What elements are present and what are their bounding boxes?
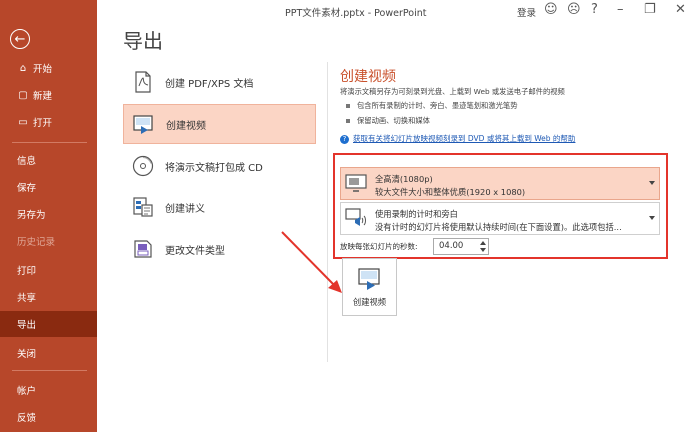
seconds-label: 放映每张幻灯片的秒数: xyxy=(340,242,418,251)
restore-icon[interactable]: ❐ xyxy=(644,2,656,17)
timing-subtitle: 没有计时的幻灯片将使用默认持续时间(在下面设置)。此选项包括... xyxy=(375,222,622,232)
nav-close[interactable]: 关闭 xyxy=(0,340,97,366)
handout-icon xyxy=(131,195,155,219)
page-title: 导出 xyxy=(123,29,163,53)
chevron-down-icon xyxy=(649,216,655,220)
stepper-up-icon[interactable] xyxy=(480,241,486,245)
column-divider xyxy=(327,62,328,362)
nav-save[interactable]: 保存 xyxy=(0,174,97,200)
nav-info-label: 信息 xyxy=(17,156,37,167)
option-create-pdf-label: 创建 PDF/XPS 文档 xyxy=(165,78,254,90)
seconds-value[interactable]: 04.00 xyxy=(439,241,463,251)
nav-share-label: 共享 xyxy=(17,293,37,304)
nav-history: 历史记录 xyxy=(0,228,97,254)
quality-subtitle: 较大文件大小和整体优质(1920 x 1080) xyxy=(375,187,526,197)
option-create-video[interactable]: 创建视频 xyxy=(123,104,316,144)
nav-divider xyxy=(12,142,87,143)
help-link[interactable]: ? 获取有关将幻灯片放映视频刻录到 DVD 或将其上载到 Web 的帮助 xyxy=(340,133,575,144)
nav-print[interactable]: 打印 xyxy=(0,257,97,283)
document-title: PPT文件素材.pptx - PowerPoint xyxy=(285,8,427,19)
section-description: 将演示文稿另存为可刻录到光盘、上载到 Web 或发送电子邮件的视频 xyxy=(340,87,565,96)
option-change-file-type-label: 更改文件类型 xyxy=(165,245,225,257)
back-arrow-icon[interactable]: ← xyxy=(10,29,30,49)
minimize-icon[interactable]: – xyxy=(617,2,624,17)
nav-account-label: 帐户 xyxy=(17,386,37,397)
nav-export-label: 导出 xyxy=(17,320,37,331)
nav-share[interactable]: 共享 xyxy=(0,284,97,310)
nav-home[interactable]: ⌂ 开始 xyxy=(0,55,97,81)
video-icon xyxy=(358,267,382,291)
option-create-handouts-label: 创建讲义 xyxy=(165,203,205,215)
monitor-icon xyxy=(345,173,367,193)
bullet-text: 保留动画、切换和媒体 xyxy=(357,116,430,125)
question-icon: ? xyxy=(340,135,349,144)
folder-icon: ▭ xyxy=(18,116,28,128)
nav-new-label: 新建 xyxy=(33,91,53,102)
timing-dropdown[interactable]: 使用录制的计时和旁白 没有计时的幻灯片将使用默认持续时间(在下面设置)。此选项包… xyxy=(340,202,660,235)
nav-new[interactable]: ▢ 新建 xyxy=(0,82,97,108)
nav-export[interactable]: 导出 xyxy=(0,311,97,337)
help-link-text: 获取有关将幻灯片放映视频刻录到 DVD 或将其上载到 Web 的帮助 xyxy=(353,134,576,143)
section-title: 创建视频 xyxy=(340,69,396,85)
cd-icon xyxy=(131,154,155,178)
nav-open-label: 打开 xyxy=(33,118,53,129)
quality-title: 全高清(1080p) xyxy=(375,174,433,184)
bullet-text: 包含所有录制的计时、旁白、墨迹笔划和激光笔势 xyxy=(357,101,518,110)
help-icon[interactable]: ? xyxy=(591,2,598,17)
home-icon: ⌂ xyxy=(19,62,27,74)
title-bar: PPT文件素材.pptx - PowerPoint 登录 ☺ ☹ ? – ❐ ✕ xyxy=(97,0,700,22)
bullet-item: 包含所有录制的计时、旁白、墨迹笔划和激光笔势 xyxy=(346,101,518,111)
option-create-video-label: 创建视频 xyxy=(166,120,206,132)
change-file-type-icon xyxy=(131,237,155,261)
video-icon xyxy=(132,112,156,136)
nav-feedback[interactable]: 反馈 xyxy=(0,404,97,430)
nav-info[interactable]: 信息 xyxy=(0,147,97,173)
seconds-stepper[interactable]: 04.00 xyxy=(433,238,489,255)
stepper-down-icon[interactable] xyxy=(480,248,486,252)
nav-open[interactable]: ▭ 打开 xyxy=(0,109,97,135)
pdf-doc-icon xyxy=(131,70,155,94)
option-create-pdf[interactable]: 创建 PDF/XPS 文档 xyxy=(123,62,316,102)
smiley-icon[interactable]: ☺ xyxy=(544,2,558,17)
nav-save-label: 保存 xyxy=(17,183,37,194)
create-video-button-label: 创建视频 xyxy=(352,297,387,307)
nav-home-label: 开始 xyxy=(33,64,53,75)
nav-print-label: 打印 xyxy=(17,266,37,277)
quality-dropdown[interactable]: 全高清(1080p) 较大文件大小和整体优质(1920 x 1080) xyxy=(340,167,660,200)
option-create-handouts[interactable]: 创建讲义 xyxy=(123,187,316,227)
login-link[interactable]: 登录 xyxy=(517,5,536,19)
nav-account[interactable]: 帐户 xyxy=(0,377,97,403)
backstage-sidebar: ← ⌂ 开始 ▢ 新建 ▭ 打开 信息 保存 另存为 历史记录 打印 共享 导出… xyxy=(0,0,97,432)
narration-icon xyxy=(345,208,367,228)
frown-icon[interactable]: ☹ xyxy=(567,2,581,17)
option-change-file-type[interactable]: 更改文件类型 xyxy=(123,229,316,269)
bullet-item: 保留动画、切换和媒体 xyxy=(346,116,430,126)
create-video-button[interactable]: 创建视频 xyxy=(342,258,397,316)
new-file-icon: ▢ xyxy=(18,89,28,101)
nav-close-label: 关闭 xyxy=(17,349,37,360)
nav-save-as-label: 另存为 xyxy=(17,210,46,221)
nav-history-label: 历史记录 xyxy=(17,237,56,248)
option-package-cd[interactable]: 将演示文稿打包成 CD xyxy=(123,146,316,186)
nav-divider xyxy=(12,370,87,371)
close-icon[interactable]: ✕ xyxy=(675,2,686,17)
chevron-down-icon xyxy=(649,181,655,185)
timing-title: 使用录制的计时和旁白 xyxy=(375,209,458,219)
nav-save-as[interactable]: 另存为 xyxy=(0,201,97,227)
nav-feedback-label: 反馈 xyxy=(17,413,37,424)
option-package-cd-label: 将演示文稿打包成 CD xyxy=(165,162,263,174)
